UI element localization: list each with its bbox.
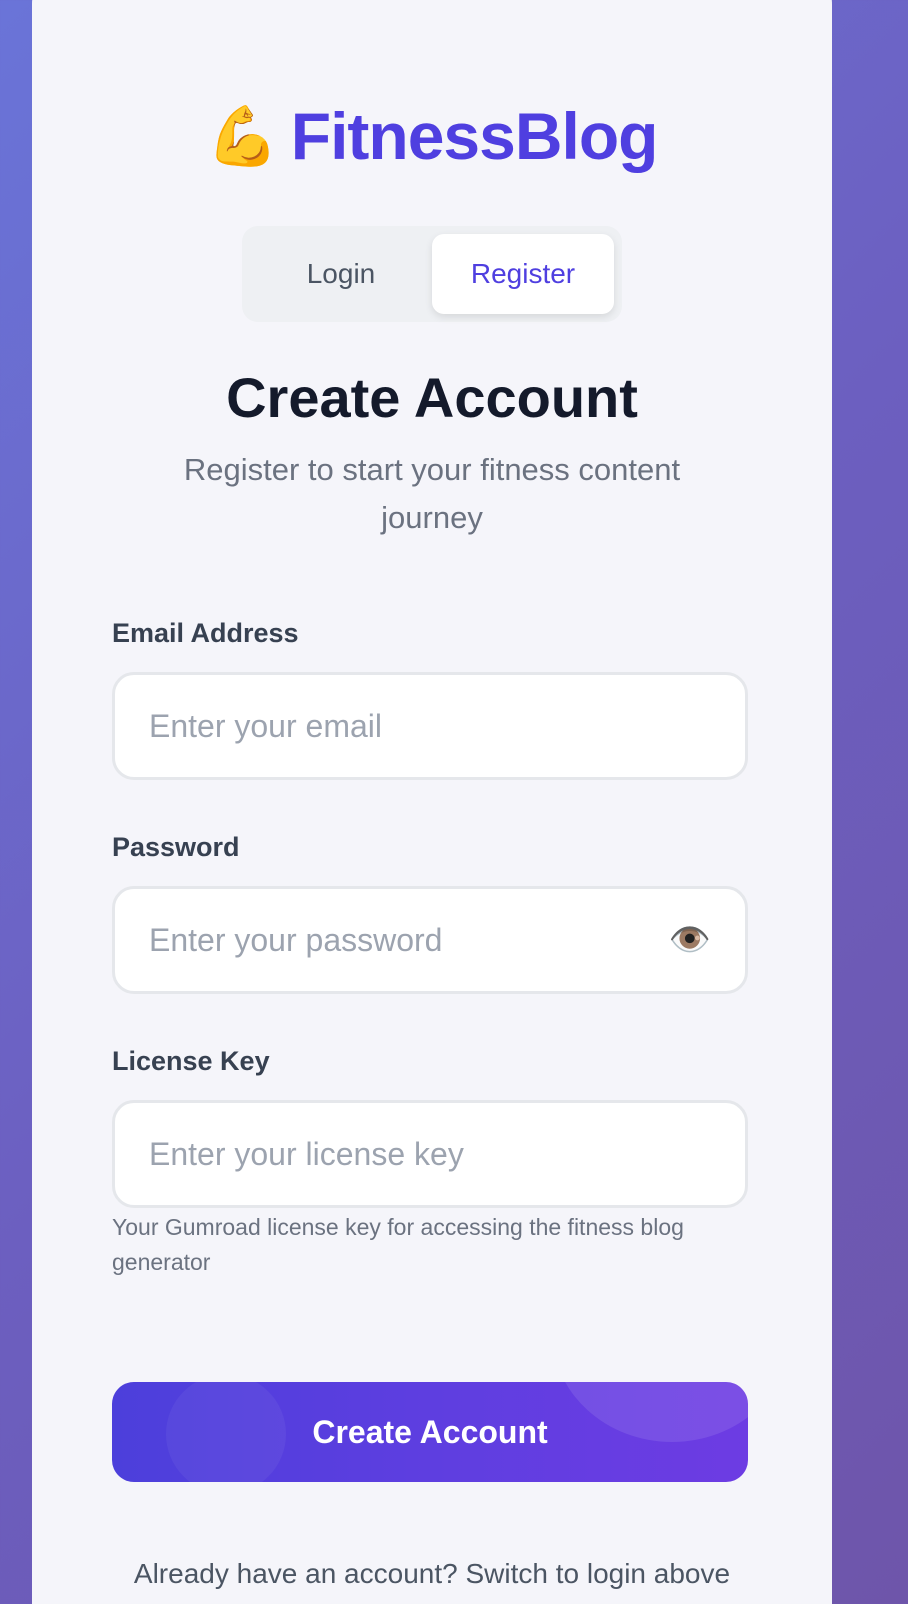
create-account-button-label: Create Account [312,1413,548,1450]
password-field-wrapper: 👁️ [112,886,748,994]
button-decoration [166,1382,286,1482]
flexed-biceps-icon: 💪 [206,102,279,170]
auth-tabs: Login Register [242,226,622,322]
page-title: Create Account [226,366,638,429]
tab-register[interactable]: Register [432,234,614,314]
brand-name: FitnessBlog [290,99,659,173]
password-field[interactable] [115,889,745,991]
tab-login[interactable]: Login [250,234,432,314]
brand-logo: 💪 FitnessBlog [32,98,832,174]
auth-card: 💪 FitnessBlog Login Register Create Acco… [32,0,832,1604]
email-field-wrapper [112,672,748,780]
license-key-field-wrapper [112,1100,748,1208]
email-label: Email Address [112,618,299,648]
button-decoration [552,1382,748,1442]
password-label: Password [112,832,240,862]
create-account-button[interactable]: Create Account [112,1382,748,1482]
login-switch-note: Already have an account? Switch to login… [133,1558,731,1589]
page-subtitle: Register to start your fitness content j… [183,452,681,535]
license-key-label: License Key [112,1046,270,1076]
license-key-field[interactable] [115,1103,745,1205]
eye-icon[interactable]: 👁️ [669,920,711,960]
email-field[interactable] [115,675,745,777]
license-key-hint: Your Gumroad license key for accessing t… [112,1214,684,1275]
